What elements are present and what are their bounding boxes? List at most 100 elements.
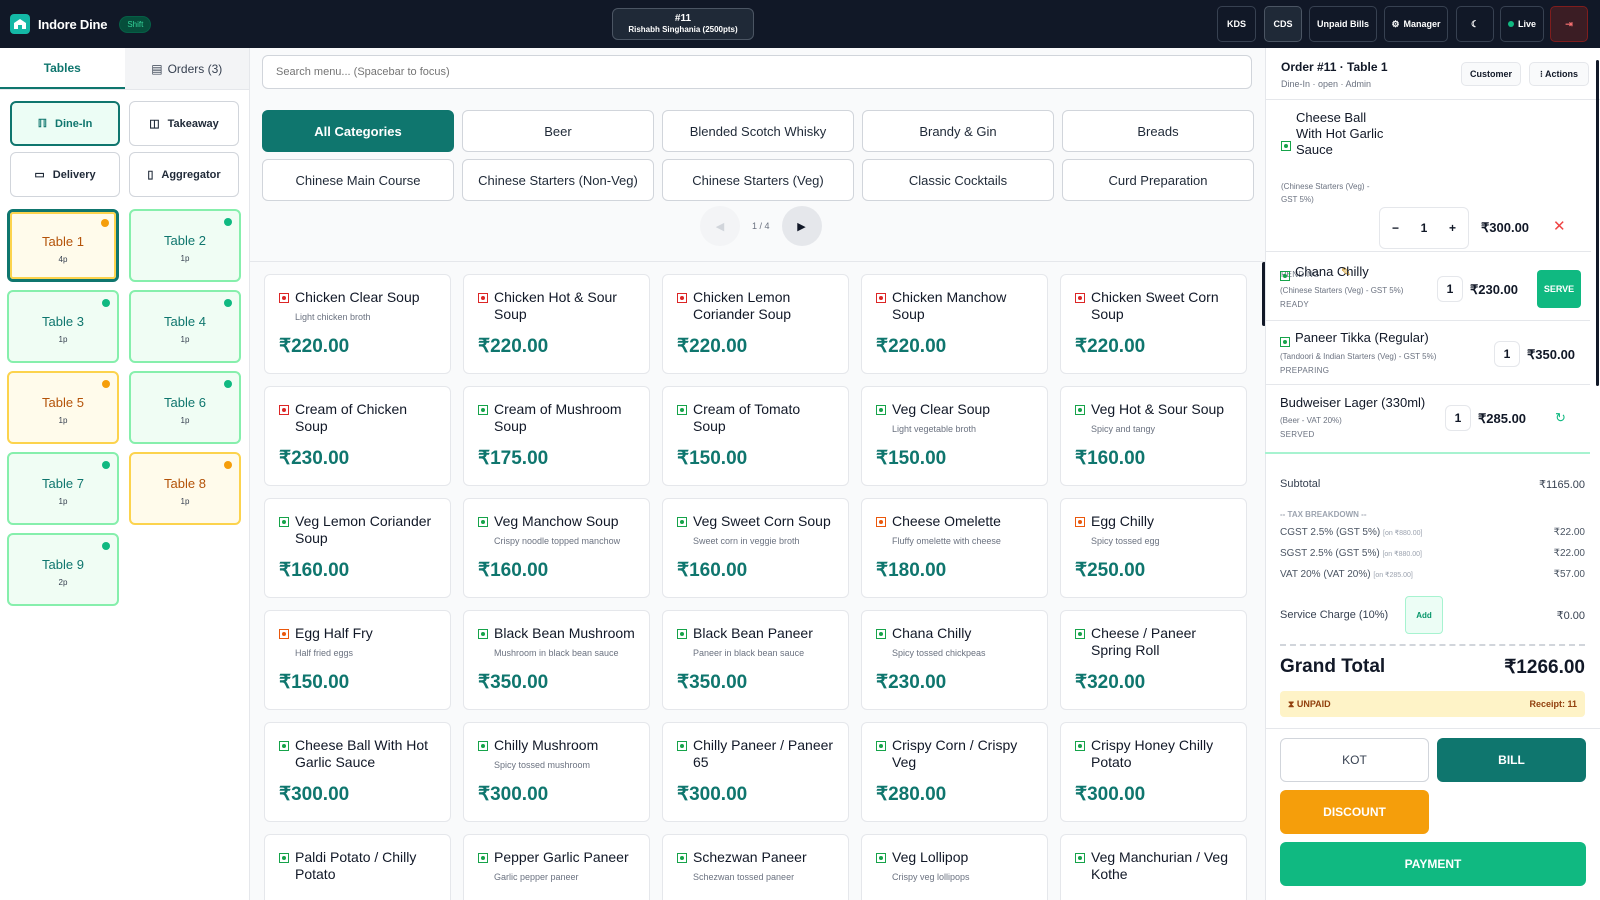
menu-item-card[interactable]: Chilly Paneer / Paneer 65 ₹300.00 <box>662 722 849 822</box>
menu-item-card[interactable]: Cream of Tomato Soup ₹150.00 <box>662 386 849 486</box>
table-pax: 4p <box>58 255 68 264</box>
aggregator-button[interactable]: ▯ Aggregator <box>129 152 239 197</box>
shift-badge[interactable]: Shift <box>119 15 152 33</box>
bill-button[interactable]: BILL <box>1437 738 1586 782</box>
category-button[interactable]: Blended Scotch Whisky <box>662 110 854 152</box>
quantity-value[interactable]: 1 <box>1445 405 1471 431</box>
table-card-9[interactable]: Table 9 2p <box>7 533 119 606</box>
quantity-value[interactable]: 1 <box>1437 276 1463 302</box>
live-indicator[interactable]: Live <box>1500 6 1544 42</box>
add-service-charge-button[interactable]: Add <box>1405 596 1443 634</box>
category-button[interactable]: Beer <box>462 110 654 152</box>
menu-item-card[interactable]: Veg Sweet Corn Soup Sweet corn in veggie … <box>662 498 849 598</box>
menu-item-card[interactable]: Cream of Mushroom Soup ₹175.00 <box>463 386 650 486</box>
menu-item-card[interactable]: Cheese Ball With Hot Garlic Sauce ₹300.00 <box>264 722 451 822</box>
menu-item-card[interactable]: Cheese / Paneer Spring Roll ₹320.00 <box>1060 610 1247 710</box>
category-button[interactable]: Brandy & Gin <box>862 110 1054 152</box>
category-button[interactable]: Classic Cocktails <box>862 159 1054 201</box>
menu-item-card[interactable]: Pepper Garlic Paneer Garlic pepper paneer <box>463 834 650 900</box>
moon-icon: ☾ <box>1470 18 1480 29</box>
remove-item-icon[interactable]: ✕ <box>1553 217 1566 235</box>
menu-item-card[interactable]: Veg Lemon Coriander Soup ₹160.00 <box>264 498 451 598</box>
dine-in-label: Dine-In <box>55 117 93 130</box>
menu-item-card[interactable]: Chicken Clear Soup Light chicken broth ₹22… <box>264 274 451 374</box>
serve-button[interactable]: SERVE <box>1537 270 1581 308</box>
takeaway-button[interactable]: ◫ Takeaway <box>129 101 239 146</box>
kot-button[interactable]: KOT <box>1280 738 1429 782</box>
menu-item-card[interactable]: Cream of Chicken Soup ₹230.00 <box>264 386 451 486</box>
status-dot <box>224 299 232 307</box>
order-item-name: Cheese Ball With Hot Garlic Sauce <box>1296 110 1384 157</box>
refresh-icon[interactable]: ↻ <box>1555 410 1566 426</box>
menu-item-card[interactable]: Chicken Hot & Sour Soup ₹220.00 <box>463 274 650 374</box>
table-card-3[interactable]: Table 3 1p <box>7 290 119 363</box>
menu-item-card[interactable]: Chicken Lemon Coriander Soup ₹220.00 <box>662 274 849 374</box>
table-card-5[interactable]: Table 5 1p <box>7 371 119 444</box>
next-page-button[interactable]: ▶ <box>781 206 822 246</box>
menu-item-card[interactable]: Chilly Mushroom Spicy tossed mushroom ₹300… <box>463 722 650 822</box>
minus-icon[interactable]: − <box>1392 221 1399 235</box>
menu-item-card[interactable]: Crispy Honey Chilly Potato ₹300.00 <box>1060 722 1247 822</box>
menu-item-card[interactable]: Schezwan Paneer Schezwan tossed paneer <box>662 834 849 900</box>
quantity-value[interactable]: 1 <box>1494 341 1520 367</box>
plus-icon[interactable]: + <box>1449 221 1456 235</box>
category-button[interactable]: Chinese Starters (Non-Veg) <box>462 159 654 201</box>
menu-item-card[interactable]: Veg Manchurian / Veg Kothe <box>1060 834 1247 900</box>
tab-tables[interactable]: Tables <box>0 48 125 89</box>
category-button[interactable]: All Categories <box>262 110 454 152</box>
unpaid-bills-button[interactable]: Unpaid Bills <box>1309 6 1377 42</box>
customer-button[interactable]: Customer <box>1461 62 1521 86</box>
discount-button[interactable]: DISCOUNT <box>1280 790 1429 834</box>
veg-icon <box>279 853 289 863</box>
menu-item-card[interactable]: Chana Chilly Spicy tossed chickpeas ₹230.0… <box>861 610 1048 710</box>
table-card-6[interactable]: Table 6 1p <box>129 371 241 444</box>
category-button[interactable]: Chinese Starters (Veg) <box>662 159 854 201</box>
status-dot <box>224 218 232 226</box>
dine-in-button[interactable]: ℿ Dine-In <box>10 101 120 146</box>
menu-item-header: Pepper Garlic Paneer <box>478 849 635 866</box>
menu-item-card[interactable]: Black Bean Paneer Paneer in black bean sa… <box>662 610 849 710</box>
prev-page-button[interactable]: ◀ <box>700 206 740 246</box>
menu-item-card[interactable]: Crispy Corn / Crispy Veg ₹280.00 <box>861 722 1048 822</box>
divider <box>1265 384 1590 385</box>
search-input[interactable] <box>262 55 1252 89</box>
tab-orders[interactable]: ▤ Orders (3) <box>124 48 249 89</box>
brand: Indore Dine Shift <box>10 14 152 34</box>
theme-toggle-button[interactable]: ☾ <box>1456 6 1494 42</box>
menu-item-card[interactable]: Veg Clear Soup Light vegetable broth ₹150.… <box>861 386 1048 486</box>
table-card-8[interactable]: Table 8 1p <box>129 452 241 525</box>
cds-button[interactable]: CDS <box>1264 6 1302 42</box>
menu-item-name: Chicken Manchow Soup <box>892 289 1007 322</box>
table-name: Table 2 <box>164 233 206 248</box>
table-card-1[interactable]: Table 1 4p <box>7 209 119 282</box>
menu-item-header: Veg Lemon Coriander Soup <box>279 513 436 547</box>
menu-item-card[interactable]: Chicken Sweet Corn Soup ₹220.00 <box>1060 274 1247 374</box>
menu-item-card[interactable]: Egg Chilly Spicy tossed egg ₹250.00 <box>1060 498 1247 598</box>
current-order-indicator[interactable]: #11 Rishabh Singhania (2500pts) <box>612 8 754 40</box>
menu-item-card[interactable]: Cheese Omelette Fluffy omelette with chee… <box>861 498 1048 598</box>
category-button[interactable]: Chinese Main Course <box>262 159 454 201</box>
menu-item-card[interactable]: Egg Half Fry Half fried eggs ₹150.00 <box>264 610 451 710</box>
delivery-button[interactable]: ▭ Delivery <box>10 152 120 197</box>
kds-button[interactable]: KDS <box>1217 6 1256 42</box>
order-list-scrollbar[interactable] <box>1596 60 1599 386</box>
table-card-4[interactable]: Table 4 1p <box>129 290 241 363</box>
category-button[interactable]: Breads <box>1062 110 1254 152</box>
quantity-stepper[interactable]: − 1 + <box>1379 207 1469 249</box>
actions-button[interactable]: ⁝ Actions <box>1529 62 1589 86</box>
manager-button[interactable]: ⚙ Manager <box>1384 6 1448 42</box>
menu-item-card[interactable]: Black Bean Mushroom Mushroom in black bea… <box>463 610 650 710</box>
table-card-7[interactable]: Table 7 1p <box>7 452 119 525</box>
menu-item-card[interactable]: Veg Manchow Soup Crispy noodle topped man… <box>463 498 650 598</box>
menu-item-card[interactable]: Paldi Potato / Chilly Potato <box>264 834 451 900</box>
menu-item-card[interactable]: Chicken Manchow Soup ₹220.00 <box>861 274 1048 374</box>
menu-item-card[interactable]: Veg Hot & Sour Soup Spicy and tangy ₹160.0… <box>1060 386 1247 486</box>
table-card-2[interactable]: Table 2 1p <box>129 209 241 282</box>
menu-item-card[interactable]: Veg Lollipop Crispy veg lollipops <box>861 834 1048 900</box>
category-button[interactable]: Curd Preparation <box>1062 159 1254 201</box>
menu-item-price: ₹220.00 <box>876 336 947 357</box>
payment-button[interactable]: PAYMENT <box>1280 842 1586 886</box>
logout-button[interactable]: ⇥ <box>1550 6 1588 42</box>
tab-orders-label: Orders (3) <box>167 61 223 76</box>
table-name: Table 8 <box>164 476 206 491</box>
